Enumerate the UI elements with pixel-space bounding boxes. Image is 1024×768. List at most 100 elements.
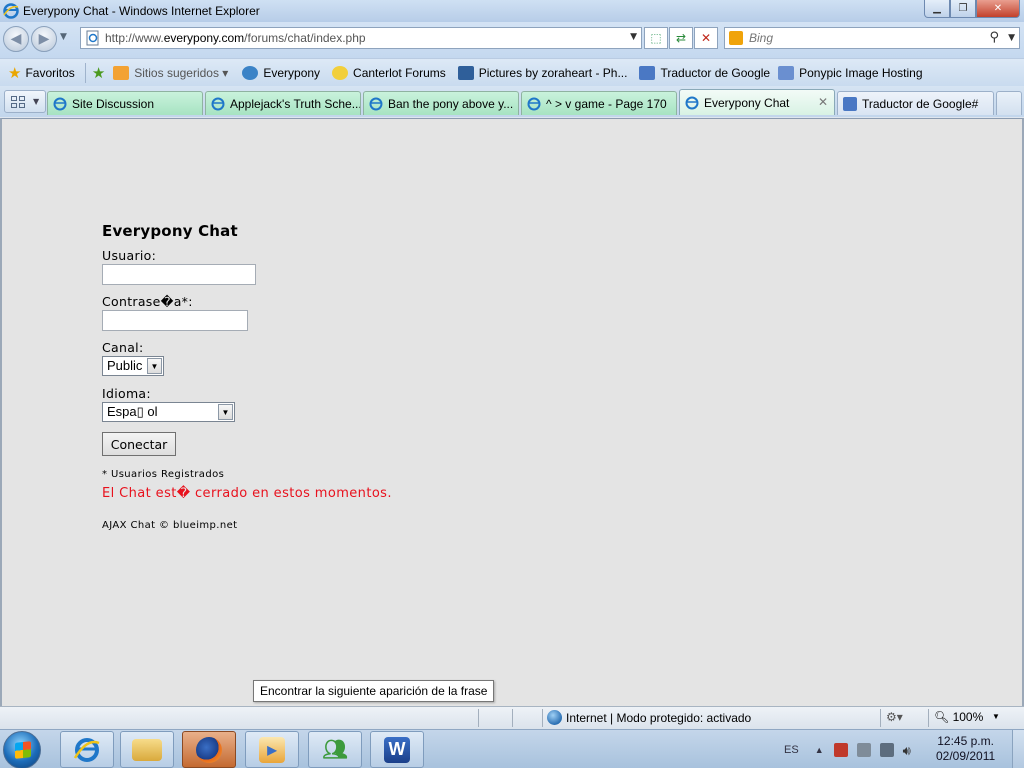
show-hidden-icons-icon[interactable]: ▲: [815, 745, 824, 755]
media-player-icon: ▶: [259, 736, 285, 763]
favorites-label: Favoritos: [25, 65, 75, 80]
fav-link-canterlot-forums[interactable]: Canterlot Forums: [328, 62, 450, 84]
quick-tabs-icon: [11, 95, 25, 108]
stop-icon: ✕: [700, 31, 712, 45]
status-divider: [880, 709, 881, 727]
refresh-button[interactable]: ⇄: [669, 27, 693, 49]
stop-button[interactable]: ✕: [694, 27, 718, 49]
window-title: Everypony Chat - Windows Internet Explor…: [23, 4, 260, 18]
search-icon[interactable]: ⚲: [989, 30, 999, 45]
tab-applejack[interactable]: Applejack's Truth Sche...: [205, 91, 361, 115]
chat-closed-message: El Chat est� cerrado en estos momentos.: [102, 486, 392, 501]
add-to-favorites-icon[interactable]: ★: [92, 64, 105, 82]
history-dropdown-icon[interactable]: ▼: [60, 32, 67, 42]
taskbar-firefox[interactable]: [182, 731, 236, 768]
new-tab-button[interactable]: [996, 91, 1022, 115]
password-label: Contrase�a*:: [102, 294, 193, 309]
photobucket-icon: [457, 65, 474, 80]
system-clock[interactable]: 12:45 p.m. 02/09/2011: [936, 734, 995, 764]
status-divider: [928, 709, 929, 727]
show-desktop-button[interactable]: [1012, 730, 1024, 768]
find-next-tooltip: Encontrar la siguiente aparición de la f…: [253, 680, 495, 702]
language-label: Idioma:: [102, 386, 151, 401]
status-divider: [512, 709, 513, 727]
compatibility-view-button[interactable]: ⬚: [644, 27, 668, 49]
security-zone[interactable]: Internet | Modo protegido: activado: [547, 710, 751, 725]
close-window-button[interactable]: ✕: [976, 0, 1020, 18]
tab-bar: ▼ Site Discussion Applejack's Truth Sche…: [0, 86, 1024, 117]
internet-explorer-icon: [73, 737, 100, 762]
tab-everypony-chat[interactable]: Everypony Chat ✕: [679, 89, 835, 115]
tab-game-page[interactable]: ^ > v game - Page 170: [521, 91, 677, 115]
navigation-bar: ◀ ▶ ▼ http://www.everypony.com/forums/ch…: [0, 22, 1024, 58]
taskbar-internet-explorer[interactable]: [60, 731, 114, 768]
ie-tab-icon: [53, 97, 67, 110]
clock-time: 12:45 p.m.: [937, 734, 994, 748]
windows-taskbar: ▶ 👥︎ W ES ▲ 🔊︎ 12:45 p.m. 02/09/2011: [0, 729, 1024, 768]
taskbar-file-explorer[interactable]: [120, 731, 174, 768]
internet-zone-icon: [547, 710, 562, 725]
chevron-down-icon[interactable]: ▼: [218, 404, 233, 420]
ie-tab-icon: [211, 97, 225, 110]
zoom-control[interactable]: 🔍︎ 100%: [934, 710, 983, 724]
tab-google-translate[interactable]: Traductor de Google#: [837, 91, 994, 115]
chevron-down-icon[interactable]: ▼: [147, 358, 162, 374]
sun-icon: [332, 65, 349, 80]
search-dropdown-icon[interactable]: ▼: [1008, 33, 1015, 43]
fav-link-suggested-sites[interactable]: Sitios sugeridos ▾: [109, 62, 232, 84]
window-title-bar: Everypony Chat - Windows Internet Explor…: [0, 0, 1024, 22]
device-icon[interactable]: [856, 742, 871, 757]
channel-select[interactable]: Public ▼: [102, 356, 164, 376]
search-input[interactable]: [749, 31, 969, 45]
status-divider: [478, 709, 479, 727]
ponypic-icon: [778, 65, 795, 80]
back-button[interactable]: ◀: [3, 26, 29, 52]
fav-link-ponypic[interactable]: Ponypic Image Hosting: [774, 62, 926, 84]
input-language[interactable]: ES: [784, 744, 799, 756]
status-bar: Internet | Modo protegido: activado ⚙▾ 🔍…: [0, 706, 1024, 729]
forward-button[interactable]: ▶: [31, 26, 57, 52]
zoom-icon: 🔍︎: [934, 710, 950, 724]
close-tab-icon[interactable]: ✕: [818, 95, 828, 109]
login-form: Everypony Chat Usuario: Contrase�a*: Can…: [102, 222, 392, 531]
volume-icon[interactable]: 🔊︎: [903, 743, 917, 758]
address-url[interactable]: http://www.everypony.com/forums/chat/ind…: [105, 31, 366, 45]
favorites-button[interactable]: ★ Favoritos: [4, 62, 79, 84]
maximize-button[interactable]: ❐: [950, 0, 976, 18]
tab-site-discussion[interactable]: Site Discussion: [47, 91, 203, 115]
fav-link-pictures-zoraheart[interactable]: Pictures by zoraheart - Ph...: [454, 62, 632, 84]
taskbar-word[interactable]: W: [370, 731, 424, 768]
address-bar[interactable]: http://www.everypony.com/forums/chat/ind…: [80, 27, 642, 49]
connect-button[interactable]: Conectar: [102, 432, 176, 456]
suggested-sites-icon: [113, 65, 130, 80]
translate-icon: [639, 65, 656, 80]
fav-link-everypony[interactable]: Everypony: [238, 62, 324, 84]
protected-mode-icon[interactable]: ⚙▾: [886, 710, 903, 724]
firefox-icon: [196, 736, 222, 763]
network-icon[interactable]: [879, 742, 894, 757]
zoom-dropdown-icon[interactable]: ▼: [992, 712, 1000, 721]
tab-list-dropdown-icon[interactable]: ▼: [33, 97, 39, 106]
forward-arrow-icon: ▶: [38, 31, 50, 47]
network-warning-icon[interactable]: [833, 742, 848, 757]
password-input[interactable]: [102, 310, 248, 331]
address-dropdown-icon[interactable]: ▼: [630, 32, 637, 42]
taskbar-messenger[interactable]: 👥︎: [308, 731, 362, 768]
username-input[interactable]: [102, 264, 256, 285]
page-viewport: Everypony Chat Usuario: Contrase�a*: Can…: [0, 118, 1024, 706]
tab-ban-the-pony[interactable]: Ban the pony above y...: [363, 91, 519, 115]
system-tray: ES ▲ 🔊︎: [770, 730, 926, 768]
quick-tabs-button[interactable]: ▼: [4, 90, 46, 113]
clock-date: 02/09/2011: [936, 749, 996, 763]
start-button[interactable]: [3, 731, 41, 768]
language-select[interactable]: Espa▯ ol ▼: [102, 402, 235, 422]
taskbar-media-player[interactable]: ▶: [245, 731, 299, 768]
messenger-icon: 👥︎: [322, 739, 348, 761]
internet-explorer-icon: [3, 3, 19, 19]
compatibility-icon: ⬚: [650, 31, 662, 45]
fav-link-google-translate[interactable]: Traductor de Google: [635, 62, 774, 84]
zoom-level: 100%: [952, 710, 984, 724]
minimize-button[interactable]: ▁: [924, 0, 950, 18]
status-divider: [542, 709, 543, 727]
search-box[interactable]: ⚲ ▼: [724, 27, 1020, 49]
